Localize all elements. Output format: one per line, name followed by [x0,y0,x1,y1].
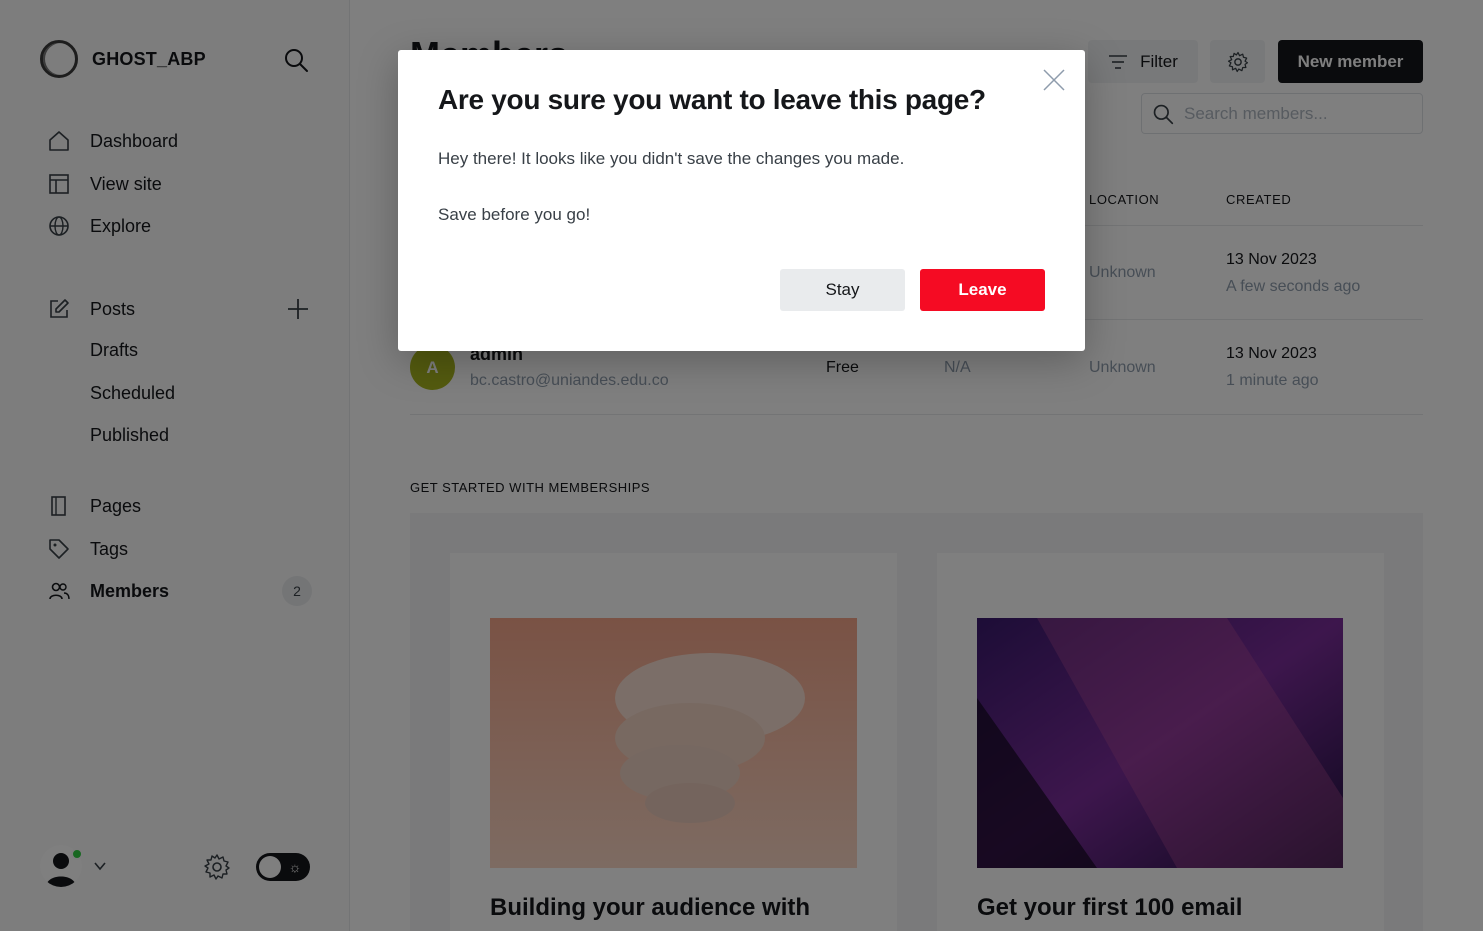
modal-message: Save before you go! [438,205,591,224]
close-icon[interactable] [1042,68,1066,92]
leave-page-modal: Are you sure you want to leave this page… [398,50,1085,351]
modal-title: Are you sure you want to leave this page… [438,84,986,115]
leave-button[interactable]: Leave [920,269,1045,311]
modal-message: Hey there! It looks like you didn't save… [438,149,905,168]
stay-button[interactable]: Stay [780,269,905,311]
